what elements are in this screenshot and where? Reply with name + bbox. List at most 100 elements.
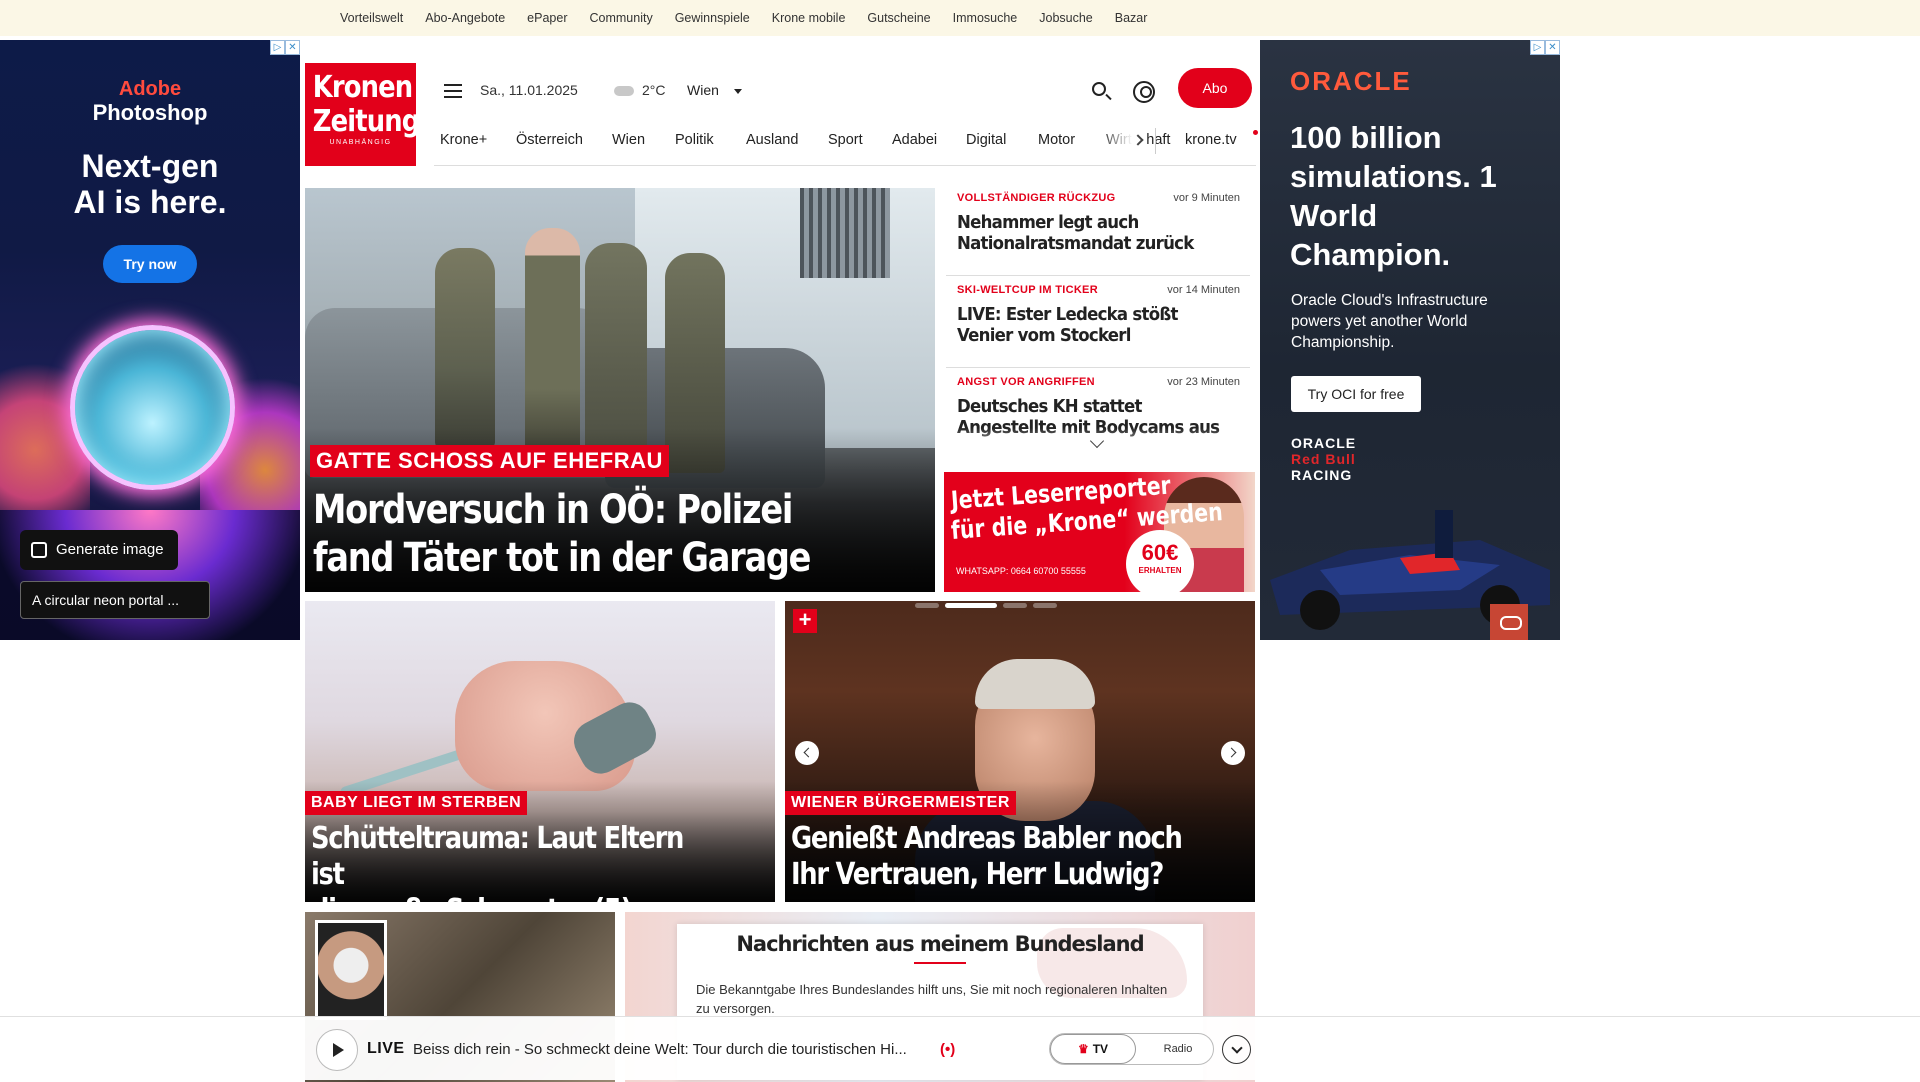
ad-headline: Next-gen AI is here. [0,148,300,220]
nav-item-krone-plus[interactable]: Krone+ [440,132,487,148]
sponsor-line: Red Bull [1291,451,1356,467]
nav-item-krone-tv[interactable]: krone.tv [1185,132,1237,148]
service-link-vorteilswelt[interactable]: Vorteilswelt [340,11,425,25]
live-dot-icon [1253,130,1258,135]
hero-headline-line: Mordversuch in OÖ: Polizei [313,487,793,533]
card-headline-line: Ihr Vertrauen, Herr Ludwig? [791,857,1164,892]
try-now-button[interactable]: Try now [103,245,197,283]
ad-headline-line: Next-gen [81,148,219,184]
carousel-dot[interactable] [1003,603,1027,608]
service-link-bazar[interactable]: Bazar [1115,11,1170,25]
close-icon[interactable]: ✕ [285,40,300,55]
ad-marker: ▷ ✕ [270,40,300,55]
user-icon[interactable] [1133,81,1155,103]
logo-line: Zeitung [312,104,420,139]
menu-icon[interactable] [444,84,462,98]
subscribe-button[interactable]: Abo [1178,68,1252,108]
ad-marker: ▷ ✕ [1530,40,1560,55]
ticker-item[interactable]: VOLLSTÄNDIGER RÜCKZUG vor 9 Minuten Neha… [946,188,1250,276]
nav-item-digital[interactable]: Digital [966,132,1006,148]
leserreporter-banner[interactable]: Jetzt Leserreporter für die „Krone“ werd… [944,472,1255,592]
oracle-badge-icon[interactable] [1490,604,1528,640]
ad-subtext: Oracle Cloud's Infrastructure powers yet… [1291,292,1488,351]
logo-line: Kronen [312,70,413,105]
card-headline: Schütteltrauma: Laut Eltern ist die groß… [311,821,710,902]
reward-amount: 60€ [1141,540,1179,565]
card-headline-line: die große Schwester (5) schuld [311,893,710,902]
ad-headline: 100 billion simulations. 1 World Champio… [1290,120,1497,272]
generate-image-label: Generate image [56,541,164,558]
adchoices-icon[interactable]: ▷ [1530,40,1545,55]
service-link-epaper[interactable]: ePaper [527,11,589,25]
card-kicker: BABY LIEGT IM STERBEN [305,791,528,815]
current-date: Sa., 11.01.2025 [480,82,578,98]
carousel-prev-icon[interactable] [795,741,819,765]
reward-label: ERHALTEN [1138,566,1182,575]
reward-badge: 60€ ERHALTEN [1126,530,1194,592]
service-link-gutscheine[interactable]: Gutscheine [867,11,952,25]
nav-item-oesterreich[interactable]: Österreich [516,132,583,148]
header-bar: Sa., 11.01.2025 2°C Wien Abo [434,68,1252,116]
carousel-next-icon[interactable] [1221,741,1245,765]
crown-icon: ♛ [1077,1042,1089,1056]
oracle-ad[interactable]: ▷ ✕ ORACLE 100 billion simulations. 1 Wo… [1260,40,1560,640]
ticker-time: vor 23 Minuten [1167,376,1240,388]
region-dialog-body: Die Bekanntgabe Ihres Bundeslandes hilft… [696,982,1168,1016]
story-card[interactable]: BABY LIEGT IM STERBEN Schütteltrauma: La… [305,601,775,902]
tv-toggle-button[interactable]: ♛ TV [1050,1034,1136,1064]
nav-item-motor[interactable]: Motor [1038,132,1075,148]
nav-divider [1155,128,1156,154]
nav-item-politik[interactable]: Politik [675,132,714,148]
ticker-title: LIVE: Ester Ledecka stößt Venier vom Sto… [957,304,1178,346]
carousel-indicators [915,603,1063,608]
main-nav: Krone+ Österreich Wien Politik Ausland S… [434,116,1258,166]
radio-toggle-button[interactable]: Radio [1150,1034,1206,1064]
oracle-logo: ORACLE [1290,66,1412,96]
carousel-dot[interactable] [1033,603,1057,608]
broadcast-icon: (•) [940,1041,956,1058]
carousel-dot[interactable] [945,603,997,608]
service-link-krone-mobile[interactable]: Krone mobile [772,11,868,25]
region-dialog-title: Nachrichten aus meinem Bundesland [736,932,1144,956]
service-bar: Vorteilswelt Abo-Angebote ePaper Communi… [0,0,1920,36]
nav-item-wien[interactable]: Wien [612,132,645,148]
generate-image-button[interactable]: Generate image [20,530,178,570]
search-icon[interactable] [1092,82,1106,96]
weather-cloud-icon [614,86,634,96]
service-link-immosuche[interactable]: Immosuche [953,11,1040,25]
adobe-ad[interactable]: ▷ ✕ Adobe Photoshop Next-gen AI is here.… [0,40,300,640]
live-label: LIVE [367,1040,405,1057]
kronen-zeitung-logo[interactable]: Kronen Zeitung UNABHÄNGIG [305,63,420,166]
nav-item-ausland[interactable]: Ausland [746,132,798,148]
ticker-time: vor 9 Minuten [1173,192,1240,204]
chevron-down-icon[interactable] [734,89,742,94]
service-link-abo-angebote[interactable]: Abo-Angebote [425,11,527,25]
ticker-title: Nehammer legt auch Nationalratsmandat zu… [957,212,1194,254]
try-oci-button[interactable]: Try OCI for free [1291,376,1421,412]
service-link-community[interactable]: Community [589,11,674,25]
sponsor-line: RACING [1291,467,1353,483]
city-select[interactable]: Wien [687,82,719,98]
prompt-input[interactable]: A circular neon portal ... [20,581,210,619]
close-icon[interactable]: ✕ [1545,40,1560,55]
service-link-jobsuche[interactable]: Jobsuche [1039,11,1115,25]
ticker-time: vor 14 Minuten [1167,284,1240,296]
play-icon[interactable] [316,1029,358,1071]
card-headline-line: Genießt Andreas Babler noch [791,821,1183,856]
adchoices-icon[interactable]: ▷ [270,40,285,55]
whatsapp-number: WHATSAPP: 0664 60700 55555 [956,566,1086,576]
logo-tagline: UNABHÄNGIG [329,139,392,146]
nav-item-sport[interactable]: Sport [828,132,863,148]
live-title[interactable]: Beiss dich rein - So schmeckt deine Welt… [413,1041,933,1058]
expand-player-icon[interactable] [1222,1035,1251,1064]
ticker-kicker: ANGST VOR ANGRIFFEN [957,376,1095,388]
krone-plus-badge: + [793,609,817,633]
nav-item-adabei[interactable]: Adabei [892,132,937,148]
story-card[interactable]: + WIENER BÜRGERMEISTER Genießt Andreas B… [785,601,1255,902]
carousel-dot[interactable] [915,603,939,608]
hero-article[interactable]: GATTE SCHOSS AUF EHEFRAU Mordversuch in … [305,188,935,592]
hero-kicker: GATTE SCHOSS AUF EHEFRAU [310,445,669,477]
card-headline: Genießt Andreas Babler noch Ihr Vertraue… [791,821,1183,893]
ticker-item[interactable]: SKI-WELTCUP IM TICKER vor 14 Minuten LIV… [946,280,1250,368]
service-link-gewinnspiele[interactable]: Gewinnspiele [675,11,772,25]
